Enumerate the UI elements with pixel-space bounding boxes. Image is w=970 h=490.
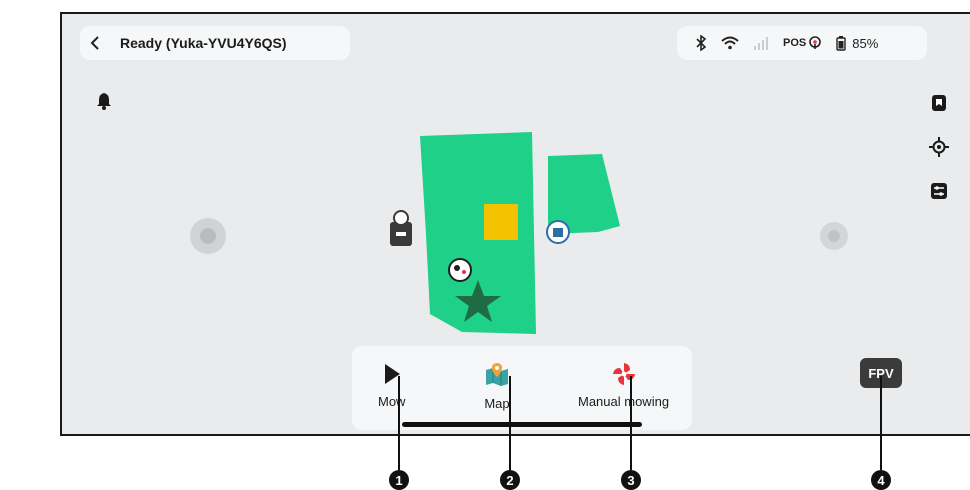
- antenna-icon: [809, 36, 822, 49]
- callout-1: 1: [389, 470, 409, 490]
- battery-indicator: 85%: [836, 35, 879, 51]
- app-screen: Ready (Yuka-YVU4Y6QS) POS 85% Mow Map Ma…: [60, 12, 970, 436]
- device-status-title: Ready (Yuka-YVU4Y6QS): [120, 35, 287, 51]
- pos-indicator: POS: [783, 36, 822, 50]
- callout-4: 4: [871, 470, 891, 490]
- obstacle-icon: [546, 220, 570, 244]
- cellular-signal-icon: [754, 37, 768, 50]
- chevron-left-icon: [90, 36, 99, 50]
- notifications-button[interactable]: [96, 92, 112, 115]
- back-button[interactable]: [80, 26, 110, 60]
- manual-mowing-label: Manual mowing: [578, 394, 670, 409]
- settings-sliders-icon: [931, 183, 947, 199]
- callout-line-3: [630, 376, 632, 470]
- connectivity-bar: POS 85%: [677, 26, 927, 60]
- map-settings-button[interactable]: [928, 180, 950, 202]
- rtk-base-icon: [390, 210, 412, 246]
- callout-3: 3: [621, 470, 641, 490]
- map-bookmark-button[interactable]: [928, 92, 950, 114]
- bluetooth-icon: [696, 35, 707, 51]
- home-indicator[interactable]: [402, 422, 642, 427]
- mow-button[interactable]: Mow: [378, 362, 405, 409]
- map-button[interactable]: Map: [484, 362, 510, 411]
- bell-icon: [97, 93, 111, 110]
- map-icon: [486, 363, 508, 386]
- mower-icon: [448, 258, 472, 282]
- wifi-icon: [721, 36, 739, 50]
- callout-2: 2: [500, 470, 520, 490]
- locate-button[interactable]: [928, 136, 950, 158]
- mower-position-zone: [484, 204, 518, 240]
- callout-line-2: [509, 376, 511, 470]
- pos-label: POS: [783, 37, 807, 49]
- battery-percent: 85%: [852, 35, 879, 51]
- manual-mowing-button[interactable]: Manual mowing: [578, 362, 669, 409]
- callout-line-4: [880, 376, 882, 470]
- mow-label: Mow: [378, 394, 406, 409]
- map-bookmark-icon: [932, 95, 946, 111]
- map-label: Map: [484, 396, 510, 411]
- callout-line-1: [398, 376, 400, 470]
- map-tools: [928, 92, 950, 202]
- action-bar: Mow Map Manual mowing: [352, 346, 692, 430]
- status-bar: Ready (Yuka-YVU4Y6QS): [80, 26, 350, 60]
- battery-icon: [836, 35, 846, 51]
- locate-icon: [929, 137, 949, 157]
